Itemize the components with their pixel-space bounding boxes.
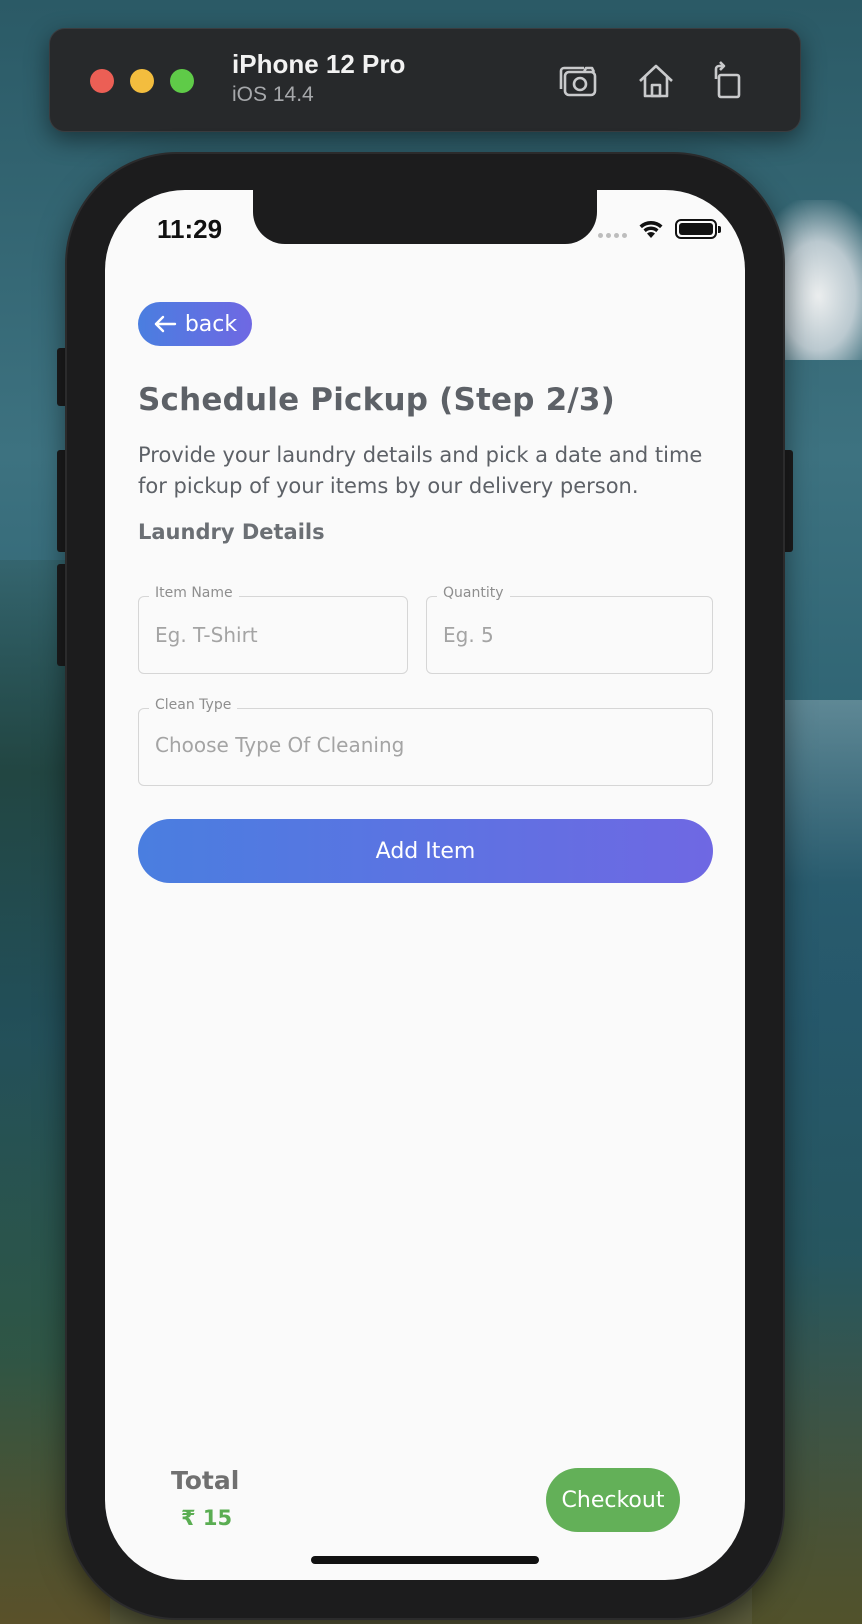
checkout-button[interactable]: Checkout: [546, 1468, 680, 1532]
section-heading-laundry-details: Laundry Details: [138, 520, 325, 544]
clean-type-select[interactable]: Clean Type Choose Type Of Cleaning: [138, 697, 713, 786]
clean-type-label: Clean Type: [149, 697, 238, 713]
total-value: ₹ 15: [181, 1506, 233, 1530]
page-title: Schedule Pickup (Step 2/3): [138, 382, 616, 418]
home-indicator[interactable]: [311, 1556, 539, 1564]
item-name-input[interactable]: [155, 619, 391, 651]
quantity-field: Quantity: [426, 585, 713, 674]
rotate-icon[interactable]: [706, 59, 750, 103]
clean-type-placeholder: Choose Type Of Cleaning: [155, 733, 405, 757]
quantity-input[interactable]: [443, 619, 696, 651]
back-button[interactable]: back: [138, 302, 252, 346]
arrow-left-icon: [154, 315, 177, 333]
simulator-device-name: iPhone 12 Pro: [232, 49, 406, 79]
add-item-button[interactable]: Add Item: [138, 819, 713, 883]
simulator-os-version: iOS 14.4: [232, 83, 314, 106]
item-name-label: Item Name: [149, 585, 239, 601]
signal-dots-icon: [598, 232, 627, 238]
status-icons: [598, 218, 721, 240]
quantity-label: Quantity: [437, 585, 510, 601]
screenshot-icon[interactable]: [556, 59, 600, 103]
simulator-titlebar: iPhone 12 Pro iOS 14.4: [49, 28, 801, 132]
back-button-label: back: [184, 311, 238, 337]
battery-icon: [675, 219, 721, 239]
close-window-button[interactable]: [90, 69, 114, 93]
home-icon[interactable]: [634, 59, 678, 103]
device-notch: [253, 190, 597, 244]
wifi-icon: [637, 218, 665, 240]
minimize-window-button[interactable]: [130, 69, 154, 93]
app-screen: 11:29 back Schedule Pickup (Step 2/3) Pr…: [105, 190, 745, 1580]
item-name-field: Item Name: [138, 585, 408, 674]
total-label: Total: [171, 1466, 240, 1495]
status-time: 11:29: [157, 214, 223, 244]
page-description: Provide your laundry details and pick a …: [138, 443, 703, 498]
zoom-window-button[interactable]: [170, 69, 194, 93]
